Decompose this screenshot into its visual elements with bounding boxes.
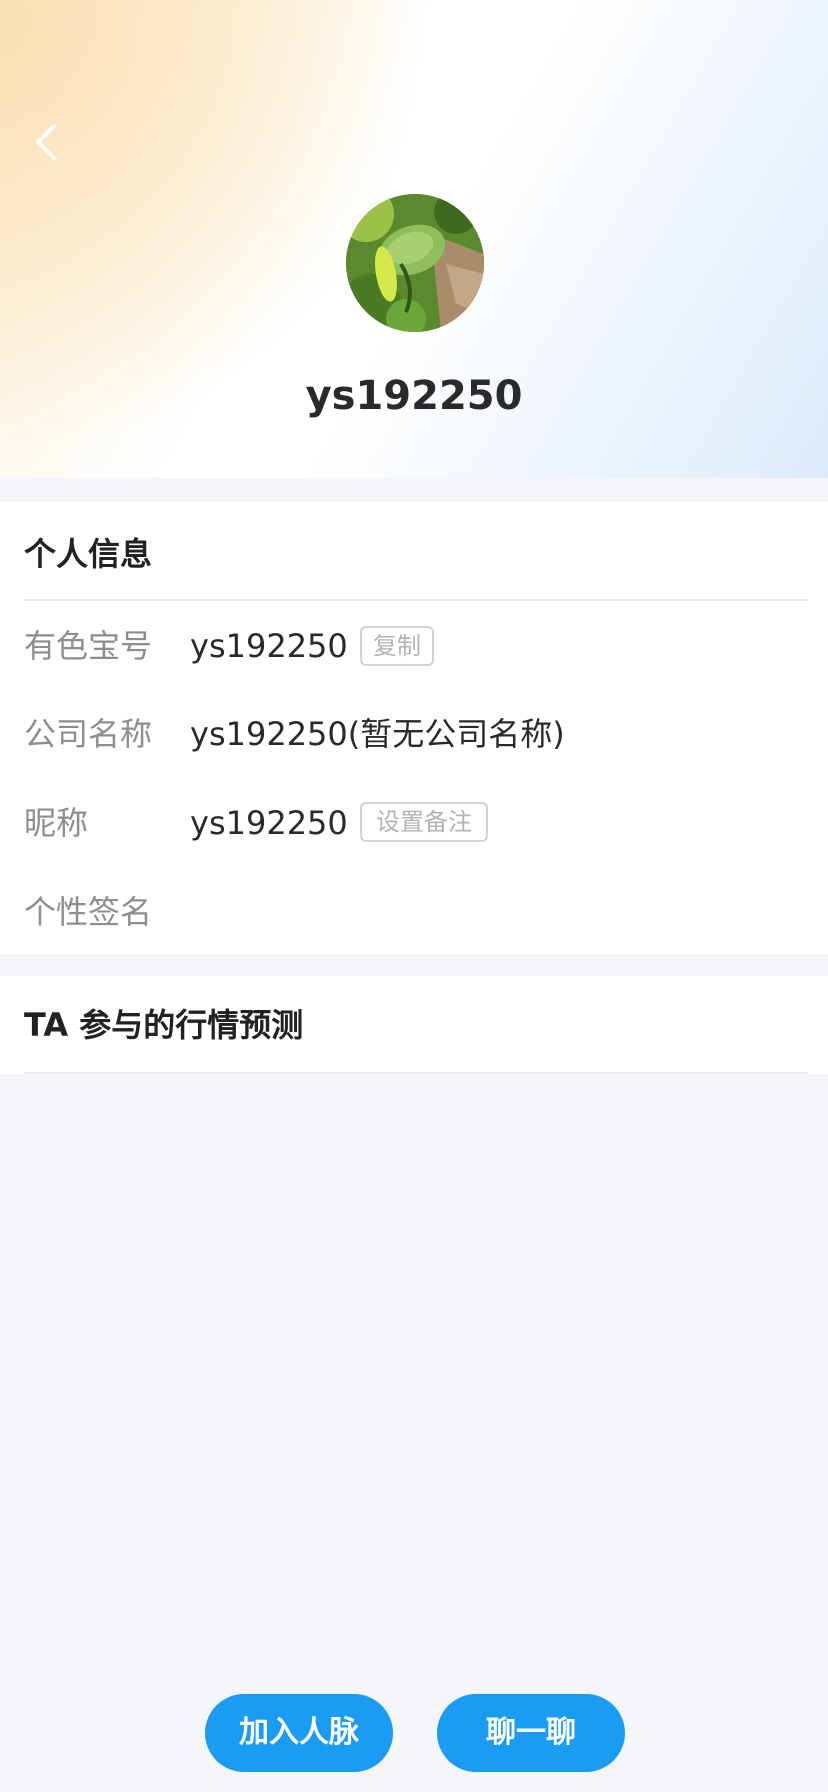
- nickname-value: ys192250: [190, 804, 348, 842]
- forecast-title: TA 参与的行情预测: [24, 1006, 304, 1044]
- signature-label: 个性签名: [24, 893, 153, 931]
- divider: [24, 1072, 808, 1074]
- avatar[interactable]: [343, 191, 487, 335]
- company-name-value: ys192250(暂无公司名称): [190, 715, 565, 753]
- profile-header: ys192250: [0, 0, 828, 478]
- nickname-label: 昵称: [24, 804, 89, 842]
- set-remark-button[interactable]: 设置备注: [360, 802, 488, 842]
- chat-button[interactable]: 聊一聊: [437, 1694, 625, 1772]
- personal-info-card: 个人信息 有色宝号 ys192250 复制 公司名称 ys192250(暂无公司…: [0, 502, 828, 954]
- yousebao-id-label: 有色宝号: [24, 627, 153, 665]
- chevron-left-icon: [33, 122, 59, 166]
- divider: [24, 599, 808, 601]
- profile-username: ys192250: [305, 373, 523, 419]
- company-name-label: 公司名称: [24, 715, 153, 753]
- add-contact-button[interactable]: 加入人脉: [205, 1694, 393, 1772]
- copy-button[interactable]: 复制: [360, 626, 434, 666]
- back-button[interactable]: [26, 118, 66, 170]
- yousebao-id-value: ys192250: [190, 627, 348, 665]
- forecast-card: TA 参与的行情预测: [0, 976, 828, 1074]
- personal-info-title: 个人信息: [24, 535, 153, 573]
